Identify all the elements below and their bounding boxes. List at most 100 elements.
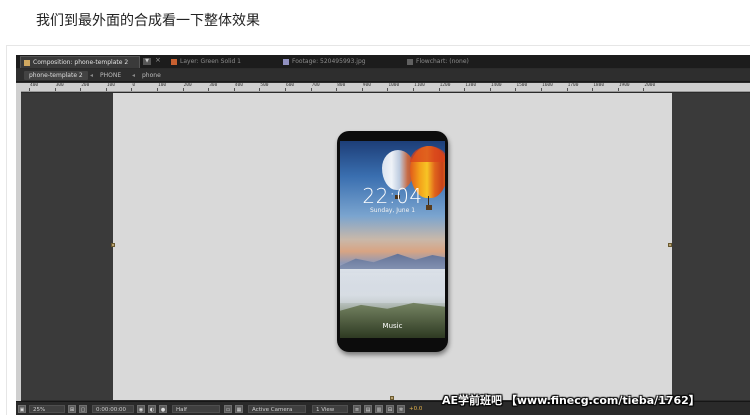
balloon-crown: [410, 146, 445, 162]
tab-label: Footage: 520495993.jpg: [292, 58, 366, 65]
breadcrumb-arrow-icon: ◂: [132, 72, 136, 79]
ruler-tick: [515, 88, 517, 91]
mist-layer: [340, 269, 445, 303]
horizontal-ruler[interactable]: 400 300 200 100 0 100 200 300 400 500 600 700 800 900…: [21, 83, 750, 92]
tab-label: Composition: phone-template 2: [33, 59, 129, 66]
canvas-handle-left[interactable]: [111, 243, 115, 247]
after-effects-composition-panel: Composition: phone-template 2 ▼ × Layer:…: [16, 55, 750, 415]
always-preview-icon[interactable]: ▣: [18, 405, 26, 413]
flowchart-swatch-icon: [407, 59, 413, 65]
ruler-tick-label: 2000: [644, 83, 656, 88]
canvas-handle-bottom[interactable]: [390, 396, 394, 400]
ruler-tick-label: 400: [30, 83, 39, 88]
phone-mockup[interactable]: 22:04 Sunday, June 1 Music: [337, 131, 448, 352]
ruler-tick: [361, 88, 363, 91]
view-layout-dropdown[interactable]: 1 View: [312, 405, 348, 413]
region-of-interest-icon[interactable]: ▭: [224, 405, 232, 413]
ruler-tick: [617, 88, 619, 91]
ruler-tick-label: 600: [286, 83, 295, 88]
lockscreen-music-label: Music: [382, 322, 403, 330]
ruler-tick: [541, 88, 542, 91]
composition-canvas[interactable]: 22:04 Sunday, June 1 Music: [111, 93, 672, 400]
composition-swatch-icon: [24, 60, 30, 66]
ruler-tick: [310, 88, 312, 91]
current-time-field[interactable]: 0:00:00:00: [92, 405, 134, 413]
ruler-tick-label: 1700: [567, 83, 579, 88]
ruler-tick-label: 1100: [414, 83, 425, 88]
flowchart-icon[interactable]: ⊟: [386, 405, 394, 413]
ruler-tick-label: 100: [158, 83, 167, 88]
ruler-tick: [464, 88, 466, 91]
ruler-tick-label: 200: [183, 83, 192, 88]
composition-viewer[interactable]: 22:04 Sunday, June 1 Music: [21, 93, 750, 400]
breadcrumb-phone[interactable]: phone: [142, 71, 161, 80]
ruler-tick: [489, 88, 491, 91]
ruler-tick: [643, 88, 645, 91]
ruler-tick-label: 0: [132, 83, 136, 88]
ruler-tick-label: 200: [81, 83, 90, 88]
ruler-tick: [233, 88, 235, 91]
ruler-tick: [336, 88, 338, 91]
composition-breadcrumb: phone-template 2 ◂ PHONE ◂ phone: [16, 69, 750, 82]
ruler-tick: [208, 88, 210, 91]
ruler-tick-label: 1200: [439, 83, 451, 88]
breadcrumb-phone-upper[interactable]: PHONE: [100, 71, 121, 80]
tab-layer[interactable]: Layer: Green Solid 1: [168, 56, 288, 68]
ruler-tick-label: 400: [234, 83, 243, 88]
channel-icon[interactable]: ●: [159, 405, 167, 413]
tutorial-screenshot: 我们到最外面的合成看一下整体效果 Composition: phone-temp…: [0, 0, 750, 415]
tab-label: Flowchart: (none): [416, 58, 469, 65]
ruler-tick-label: 300: [209, 83, 218, 88]
ruler-tick-label: 1500: [516, 83, 528, 88]
viewer-tab-bar: Composition: phone-template 2 ▼ × Layer:…: [16, 55, 750, 68]
breadcrumb-arrow-icon: ◂: [90, 72, 94, 79]
ruler-tick: [285, 88, 286, 91]
magnification-dropdown[interactable]: 25%: [29, 405, 65, 413]
tab-flowchart[interactable]: Flowchart: (none): [404, 56, 534, 68]
caption-text: 我们到最外面的合成看一下整体效果: [36, 13, 260, 29]
ruler-tick-label: 1900: [618, 83, 630, 88]
ruler-tick-label: 700: [311, 83, 320, 88]
ruler-tick: [259, 88, 261, 91]
ruler-tick: [182, 88, 184, 91]
grid-icon[interactable]: ⊞: [68, 405, 76, 413]
toggle-pixel-aspect-icon[interactable]: ≡: [353, 405, 361, 413]
ruler-tick: [105, 88, 107, 91]
watermark-text: AE学前班吧 【www.finecg.com/tieba/1762】: [442, 394, 700, 407]
ruler-tick: [387, 88, 389, 91]
ruler-tick-label: 1000: [388, 83, 400, 88]
panel-menu-icon[interactable]: ▼: [143, 58, 151, 65]
timeline-icon[interactable]: ▥: [375, 405, 383, 413]
breadcrumb-phone-template[interactable]: phone-template 2: [24, 71, 88, 80]
close-tab-icon[interactable]: ×: [155, 56, 161, 64]
exposure-value[interactable]: +0.0: [409, 405, 422, 413]
mask-icon[interactable]: ▢: [79, 405, 87, 413]
layer-swatch-icon: [171, 59, 177, 65]
camera-view-dropdown[interactable]: Active Camera: [248, 405, 306, 413]
ruler-tick: [131, 88, 133, 91]
ruler-tick-label: 800: [337, 83, 346, 88]
ruler-tick: [157, 88, 158, 91]
transparency-grid-icon[interactable]: ▦: [235, 405, 243, 413]
lockscreen-time: 22:04: [362, 184, 423, 208]
snapshot-icon[interactable]: ◉: [137, 405, 145, 413]
fast-previews-icon[interactable]: ▤: [364, 405, 372, 413]
ruler-tick-label: 500: [260, 83, 269, 88]
ruler-tick-label: 100: [106, 83, 115, 88]
ruler-tick: [566, 88, 568, 91]
phone-screen: 22:04 Sunday, June 1 Music: [340, 141, 445, 338]
ruler-tick-label: 1300: [465, 83, 477, 88]
ruler-tick: [413, 88, 414, 91]
tab-composition[interactable]: Composition: phone-template 2: [20, 56, 140, 68]
lockscreen-date: Sunday, June 1: [369, 207, 416, 214]
ruler-tick-label: 1800: [593, 83, 605, 88]
canvas-handle-right[interactable]: [668, 243, 672, 247]
resolution-dropdown[interactable]: Half: [172, 405, 220, 413]
ruler-tick-label: 900: [362, 83, 371, 88]
show-snapshot-icon[interactable]: ◐: [148, 405, 156, 413]
ruler-tick-label: 300: [55, 83, 64, 88]
tab-footage[interactable]: Footage: 520495993.jpg: [280, 56, 410, 68]
ruler-tick: [80, 88, 82, 91]
ruler-tick: [29, 88, 30, 91]
reset-exposure-icon[interactable]: ✲: [397, 405, 405, 413]
